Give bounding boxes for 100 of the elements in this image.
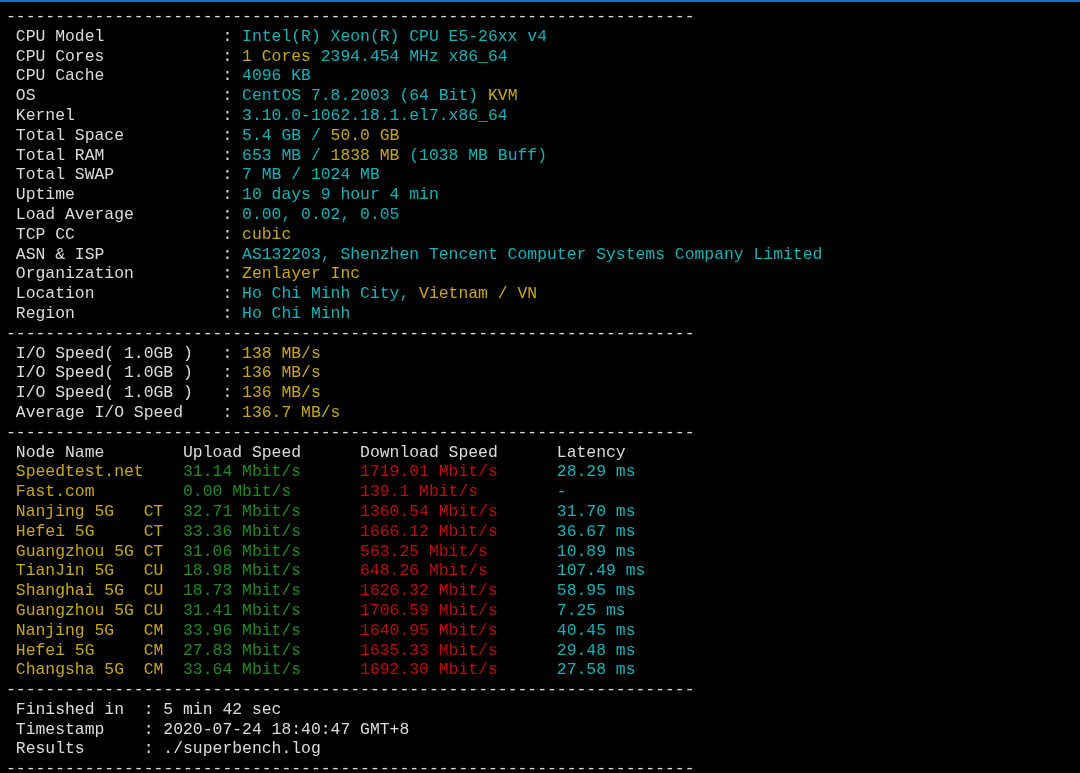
table-cell: 18.98 Mbit/s: [183, 561, 302, 581]
field-value: 3.10.0-1062.18.1.el7.x86_64: [242, 106, 508, 126]
table-cell: Speedtest.net: [15, 462, 144, 482]
table-cell: 1666.12 Mbit/s: [360, 521, 498, 541]
dashed-separator: ----------------------------------------------------------------------: [6, 680, 695, 700]
table-cell: 27.58 ms: [556, 660, 636, 680]
table-cell: 563.25 Mbit/s: [360, 541, 488, 561]
colon-text: :: [222, 26, 233, 46]
field-label: Uptime: [15, 185, 75, 205]
table-cell: 1640.95 Mbit/s: [360, 620, 498, 640]
field-value: 653 MB /: [242, 145, 321, 166]
table-cell: -: [556, 482, 567, 502]
field-value: 5.4 GB /: [242, 125, 321, 146]
table-cell: 139.1 Mbit/s: [360, 482, 479, 502]
table-cell: 1719.01 Mbit/s: [360, 462, 498, 482]
table-cell: Guangzhou 5G CU: [15, 600, 164, 620]
field-label: Total RAM: [15, 145, 105, 165]
dashed-separator: ----------------------------------------------------------------------: [6, 422, 695, 443]
colon-text: :: [222, 145, 233, 165]
field-label: CPU Model: [15, 26, 105, 46]
field-value: (1038 MB Buff): [409, 145, 547, 166]
field-value: 0.00, 0.02, 0.05: [242, 204, 400, 225]
column-header: Download Speed: [360, 442, 498, 462]
field-value: CentOS 7.8.2003 (64 Bit): [242, 86, 479, 106]
field-value: cubic: [242, 224, 292, 245]
field-value: Zenlayer Inc: [242, 264, 361, 285]
table-cell: 1706.59 Mbit/s: [360, 600, 498, 620]
table-cell: Shanghai 5G CU: [15, 581, 164, 601]
colon-text: :: [143, 739, 154, 759]
field-value: ./superbench.log: [163, 739, 321, 760]
field-label: Location: [15, 284, 95, 304]
field-label: Load Average: [15, 204, 134, 224]
table-cell: 27.83 Mbit/s: [183, 640, 302, 660]
table-cell: 648.26 Mbit/s: [360, 561, 488, 581]
field-value: 138 MB/s: [242, 343, 321, 364]
field-value: 5 min 42 sec: [163, 699, 282, 720]
table-cell: 31.06 Mbit/s: [183, 541, 302, 561]
field-label: Finished in: [15, 699, 125, 719]
colon-text: :: [222, 125, 233, 145]
table-cell: 107.49 ms: [556, 561, 646, 581]
colon-text: :: [222, 303, 233, 323]
colon-text: :: [222, 46, 233, 66]
field-value: Intel(R) Xeon(R) CPU E5-26xx v4: [242, 26, 547, 47]
table-cell: 31.14 Mbit/s: [183, 462, 302, 482]
dashed-separator: ----------------------------------------------------------------------: [6, 7, 695, 27]
field-value: 4096 KB: [242, 66, 311, 87]
field-value: 136 MB/s: [242, 363, 321, 384]
colon-text: :: [222, 86, 233, 106]
field-value: 10 days 9 hour 4 min: [242, 185, 439, 205]
field-value: 1838 MB: [330, 145, 400, 166]
field-value: 7 MB / 1024 MB: [242, 165, 380, 186]
colon-text: :: [222, 244, 233, 264]
field-value: Vietnam / VN: [419, 284, 538, 304]
table-cell: 1360.54 Mbit/s: [360, 501, 498, 521]
table-cell: Changsha 5G CM: [15, 660, 164, 680]
column-header: Latency: [556, 442, 626, 462]
colon-text: :: [222, 383, 233, 403]
table-cell: 28.29 ms: [556, 462, 636, 482]
colon-text: :: [222, 264, 233, 284]
table-cell: Nanjing 5G CM: [15, 620, 164, 640]
field-value: Ho Chi Minh: [242, 303, 351, 324]
colon-text: :: [222, 165, 233, 185]
table-cell: 18.73 Mbit/s: [183, 581, 302, 601]
table-cell: 10.89 ms: [556, 541, 636, 561]
colon-text: :: [222, 363, 233, 383]
field-label: I/O Speed( 1.0GB ): [15, 383, 193, 403]
field-label: Organization: [15, 264, 134, 284]
table-cell: 33.96 Mbit/s: [183, 620, 302, 640]
field-label: Total SWAP: [15, 165, 115, 185]
field-value: AS132203, Shenzhen Tencent Computer Systems Company Limited: [242, 244, 823, 265]
table-cell: 40.45 ms: [556, 620, 636, 640]
table-cell: 58.95 ms: [556, 581, 636, 601]
field-label: Kernel: [15, 106, 75, 125]
field-value: KVM: [487, 86, 518, 106]
colon-text: :: [222, 402, 233, 422]
field-label: OS: [15, 86, 36, 106]
field-label: Average I/O Speed: [15, 402, 184, 422]
field-label: CPU Cache: [15, 66, 105, 86]
field-label: I/O Speed( 1.0GB ): [15, 363, 193, 383]
field-value: 1 Cores: [242, 46, 311, 67]
table-cell: Nanjing 5G CT: [15, 501, 164, 521]
table-cell: Fast.com: [15, 482, 95, 502]
field-label: Region: [15, 303, 75, 323]
field-label: ASN & ISP: [15, 244, 105, 264]
field-label: Timestamp: [15, 719, 105, 739]
colon-text: :: [222, 66, 233, 86]
field-value: 136 MB/s: [242, 383, 321, 403]
table-cell: Guangzhou 5G CT: [15, 541, 164, 561]
colon-text: :: [222, 204, 233, 224]
colon-text: :: [222, 185, 233, 205]
column-header: Upload Speed: [183, 442, 302, 462]
table-cell: 31.70 ms: [556, 501, 636, 521]
table-cell: 1635.33 Mbit/s: [360, 640, 498, 660]
field-value: 2020-07-24 18:40:47 GMT+8: [163, 719, 410, 740]
field-value: 136.7 MB/s: [242, 402, 341, 423]
field-label: Results: [15, 739, 85, 759]
colon-text: :: [222, 343, 233, 363]
table-cell: 29.48 ms: [556, 640, 636, 660]
table-cell: 1626.32 Mbit/s: [360, 581, 498, 601]
table-cell: TianJin 5G CU: [15, 561, 164, 581]
